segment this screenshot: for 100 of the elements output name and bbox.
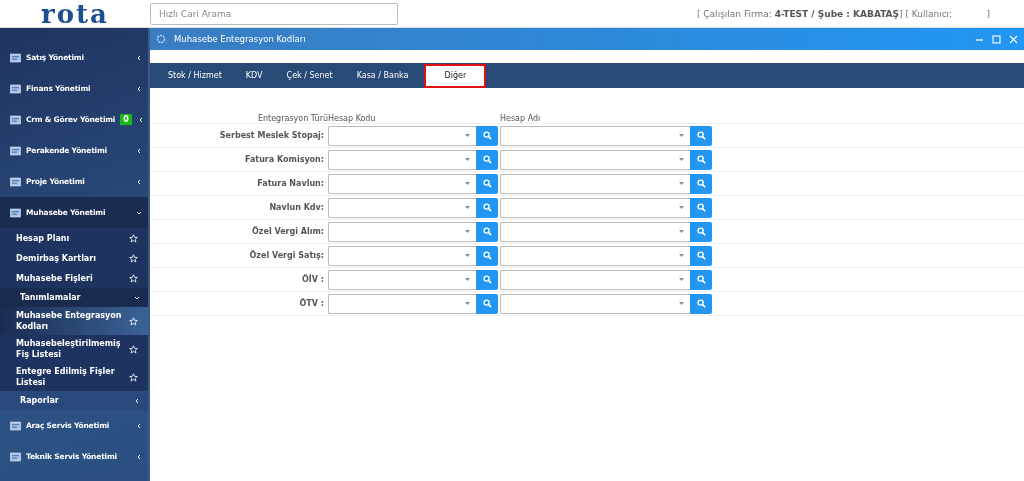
star-icon[interactable]: [129, 273, 138, 283]
dropdown-field[interactable]: [500, 221, 690, 242]
dropdown-field[interactable]: [328, 221, 476, 242]
chevron-icon: [136, 422, 142, 429]
module-icon: [10, 114, 21, 125]
module-icon: [10, 207, 21, 218]
search-icon: [482, 203, 492, 212]
dropdown-caret-icon: [679, 158, 684, 161]
column-header: Hesap Kodu: [328, 114, 377, 123]
search-button[interactable]: [690, 269, 712, 290]
dropdown-caret-icon: [679, 134, 684, 137]
dropdown-caret-icon: [465, 278, 470, 281]
field-label: Navlun Kdv:: [268, 203, 325, 212]
tab[interactable]: Çek / Senet: [274, 71, 345, 80]
star-icon[interactable]: [129, 372, 138, 382]
module-icon: [10, 176, 21, 187]
module-icon: [10, 83, 21, 94]
window-title: Muhasebe Entegrasyon Kodları: [174, 34, 307, 44]
submenu-group[interactable]: Tanımlamalar: [0, 288, 148, 307]
dropdown-field[interactable]: [328, 269, 476, 290]
dropdown-field[interactable]: [500, 149, 690, 170]
search-button[interactable]: [690, 221, 712, 242]
search-icon: [482, 251, 492, 260]
star-icon[interactable]: [129, 253, 138, 263]
search-icon: [482, 155, 492, 164]
search-icon: [482, 275, 492, 284]
module-icon: [10, 52, 21, 63]
menu-item[interactable]: Hesap Planı: [0, 228, 148, 248]
field-label: Serbest Meslek Stopaj:: [218, 131, 325, 140]
search-button[interactable]: [690, 125, 712, 146]
tab[interactable]: Kasa / Banka: [344, 71, 421, 80]
search-button[interactable]: [476, 293, 498, 314]
search-button[interactable]: [690, 245, 712, 266]
module-icon: [10, 420, 21, 431]
dropdown-caret-icon: [465, 182, 470, 185]
dropdown-caret-icon: [465, 254, 470, 257]
search-icon: [482, 299, 492, 308]
logo: rota: [40, 0, 110, 27]
search-button[interactable]: [690, 293, 712, 314]
module-icon: [10, 145, 21, 156]
search-button[interactable]: [690, 197, 712, 218]
star-icon[interactable]: [129, 233, 138, 243]
field-label: ÖİV :: [301, 275, 325, 284]
search-icon: [696, 251, 706, 260]
menu-item[interactable]: Muhasebeleştirilmemiş Fiş Listesi: [0, 335, 148, 363]
dropdown-field[interactable]: [500, 197, 690, 218]
column-header: Entegrasyon Türü: [256, 114, 328, 123]
search-button[interactable]: [476, 173, 498, 194]
field-label: ÖTV :: [298, 299, 325, 308]
close-icon[interactable]: [1009, 34, 1018, 44]
tab[interactable]: Diğer: [424, 63, 487, 88]
menu-item[interactable]: Muhasebe Entegrasyon Kodları: [0, 307, 148, 335]
search-field[interactable]: Hızlı Cari Arama: [150, 2, 398, 25]
dropdown-caret-icon: [679, 302, 684, 305]
column-header: Hesap Adı: [500, 114, 541, 123]
dropdown-caret-icon: [465, 206, 470, 209]
search-button[interactable]: [476, 149, 498, 170]
search-button[interactable]: [690, 173, 712, 194]
star-icon[interactable]: [129, 344, 138, 354]
menu-item[interactable]: Entegre Edilmiş Fişler Listesi: [0, 363, 148, 391]
menu-item[interactable]: Demirbaş Kartları: [0, 248, 148, 268]
search-button[interactable]: [690, 149, 712, 170]
tab[interactable]: Stok / Hizmet: [156, 71, 234, 80]
dropdown-field[interactable]: [500, 245, 690, 266]
dropdown-field[interactable]: [328, 125, 476, 146]
dropdown-field[interactable]: [500, 293, 690, 314]
menu-item[interactable]: Muhasebe Fişleri: [0, 268, 148, 288]
search-button[interactable]: [476, 197, 498, 218]
chevron-icon: [134, 397, 140, 404]
dropdown-field[interactable]: [500, 269, 690, 290]
search-icon: [482, 131, 492, 140]
chevron-icon: [136, 178, 142, 185]
search-button[interactable]: [476, 125, 498, 146]
tab[interactable]: KDV: [233, 71, 275, 80]
dropdown-field[interactable]: [328, 149, 476, 170]
search-icon: [482, 179, 492, 188]
search-icon: [696, 275, 706, 284]
search-icon: [696, 155, 706, 164]
search-button[interactable]: [476, 269, 498, 290]
dropdown-field[interactable]: [328, 197, 476, 218]
search-button[interactable]: [476, 221, 498, 242]
maximize-icon[interactable]: [992, 34, 1001, 44]
dropdown-field[interactable]: [328, 293, 476, 314]
submenu-group[interactable]: Raporlar: [0, 391, 148, 410]
search-button[interactable]: [476, 245, 498, 266]
star-icon[interactable]: [129, 316, 138, 326]
field-label: Fatura Komisyon:: [243, 155, 325, 164]
dropdown-field[interactable]: [328, 173, 476, 194]
search-icon: [696, 227, 706, 236]
search-icon: [696, 299, 706, 308]
session-info: [ Çalışılan Firma: 4-TEST / Şube : KABATAŞ] [ Kullanıcı: ]: [696, 8, 990, 19]
search-icon: [696, 179, 706, 188]
dropdown-field[interactable]: [328, 245, 476, 266]
chevron-icon: [136, 147, 142, 154]
dropdown-caret-icon: [679, 278, 684, 281]
dropdown-field[interactable]: [500, 173, 690, 194]
chevron-icon: [136, 453, 142, 460]
search-icon: [696, 203, 706, 212]
dropdown-field[interactable]: [500, 125, 690, 146]
module-icon: [10, 451, 21, 462]
